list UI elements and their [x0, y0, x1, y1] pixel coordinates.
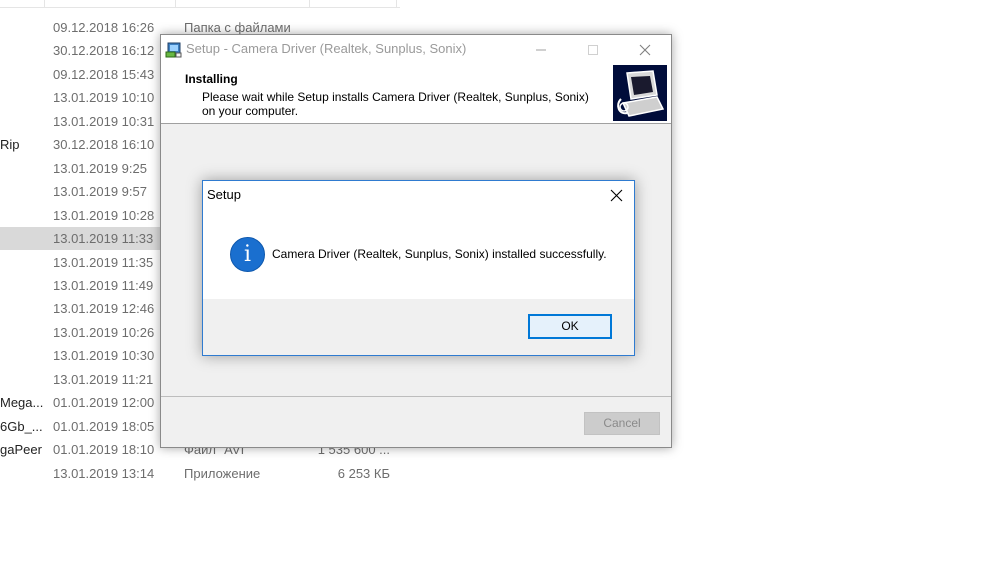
msgbox-body: i Camera Driver (Realtek, Sunplus, Sonix… — [203, 209, 634, 299]
file-date-modified: 13.01.2019 13:14 — [53, 465, 155, 481]
file-date-modified: 13.01.2019 10:31 — [53, 113, 155, 129]
wizard-title: Setup - Camera Driver (Realtek, Sunplus,… — [186, 41, 467, 56]
msgbox-titlebar[interactable]: Setup — [203, 181, 634, 209]
msgbox-message: Camera Driver (Realtek, Sunplus, Sonix) … — [272, 247, 607, 261]
file-date-modified: 30.12.2018 16:10 — [53, 137, 155, 153]
column-header-strip — [0, 0, 400, 8]
column-separator[interactable] — [44, 0, 45, 7]
file-date-modified: 01.01.2019 18:10 — [53, 442, 155, 458]
file-name: Mega... — [0, 395, 44, 411]
file-date-modified: 13.01.2019 11:35 — [53, 254, 154, 270]
file-date-modified: 13.01.2019 10:10 — [53, 90, 155, 106]
file-date-modified: 13.01.2019 11:21 — [53, 371, 154, 387]
installer-computer-icon — [613, 65, 667, 121]
file-date-modified: 13.01.2019 10:28 — [53, 207, 155, 223]
file-name: gaPeer — [0, 442, 42, 458]
column-separator[interactable] — [309, 0, 310, 7]
file-date-modified: 13.01.2019 11:49 — [53, 277, 154, 293]
wizard-header: Installing Please wait while Setup insta… — [161, 63, 671, 124]
column-separator[interactable] — [175, 0, 176, 7]
ok-button[interactable]: OK — [528, 314, 612, 339]
setup-app-icon — [165, 42, 182, 58]
file-date-modified: 09.12.2018 16:26 — [53, 20, 155, 35]
wizard-heading: Installing — [185, 72, 238, 86]
column-separator[interactable] — [396, 0, 397, 7]
minimize-icon[interactable] — [518, 35, 564, 63]
cancel-button[interactable]: Cancel — [584, 412, 660, 435]
file-date-modified: 30.12.2018 16:12 — [53, 43, 155, 59]
file-date-modified: 13.01.2019 12:46 — [53, 301, 155, 317]
wizard-subheading: Please wait while Setup installs Camera … — [202, 90, 589, 118]
file-row[interactable]: 13.01.2019 11:33 — [0, 227, 160, 251]
maximize-icon[interactable] — [570, 35, 616, 63]
file-date-modified: 13.01.2019 10:26 — [53, 324, 155, 340]
msgbox-footer: OK — [203, 299, 634, 355]
file-date-modified: 13.01.2019 10:30 — [53, 348, 155, 364]
file-date-modified: 01.01.2019 18:05 — [53, 418, 155, 434]
file-size: 6 253 КБ — [337, 465, 390, 481]
file-name: 6Gb_... — [0, 418, 43, 434]
info-icon: i — [230, 237, 265, 272]
file-row[interactable]: 13.01.2019 13:14 Приложение 6 253 КБ — [0, 462, 395, 485]
wizard-titlebar[interactable]: Setup - Camera Driver (Realtek, Sunplus,… — [161, 35, 671, 63]
setup-message-box: Setup i Camera Driver (Realtek, Sunplus,… — [202, 180, 635, 356]
file-date-modified: 13.01.2019 9:57 — [53, 184, 147, 200]
close-icon[interactable] — [598, 181, 634, 209]
file-date-modified: 13.01.2019 9:25 — [53, 160, 147, 176]
file-name: Rip — [0, 137, 20, 153]
file-date-modified: 09.12.2018 15:43 — [53, 66, 155, 82]
file-date-modified: 01.01.2019 12:00 — [53, 395, 155, 411]
file-date-modified: 13.01.2019 11:33 — [53, 231, 154, 247]
close-icon[interactable] — [622, 35, 668, 63]
file-type: Приложение — [184, 465, 261, 481]
wizard-footer-divider — [161, 396, 671, 397]
msgbox-title: Setup — [207, 187, 241, 202]
